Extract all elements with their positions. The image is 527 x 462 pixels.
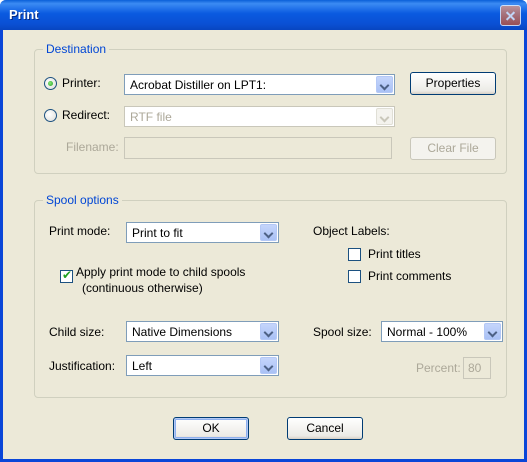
child-size-value: Native Dimensions [132,325,233,339]
properties-button[interactable]: Properties [410,72,496,95]
percent-field[interactable]: 80 [463,357,491,379]
cancel-button[interactable]: Cancel [287,417,363,440]
print-mode-value: Print to fit [132,226,183,240]
print-titles-checkbox[interactable] [348,248,361,261]
print-mode-label: Print mode: [49,224,111,238]
title-bar[interactable]: Print [0,0,527,30]
print-comments-label[interactable]: Print comments [368,269,451,283]
filename-field[interactable] [124,137,392,159]
apply-child-label[interactable]: Apply print mode to child spools [76,265,245,279]
spool-size-value: Normal - 100% [387,325,468,339]
redirect-select[interactable]: RTF file [124,106,395,127]
justification-label: Justification: [49,359,116,373]
ok-button[interactable]: OK [173,417,249,440]
apply-child-checkbox[interactable] [60,268,73,283]
justification-value: Left [132,359,153,373]
redirect-radio[interactable] [44,109,57,122]
printer-radio[interactable] [44,77,57,90]
printer-label[interactable]: Printer: [62,76,101,90]
spool-options-group: Spool options Print mode: Print to fit A… [34,193,507,398]
percent-value: 80 [468,361,482,375]
child-size-select[interactable]: Native Dimensions [126,321,279,342]
redirect-select-value: RTF file [130,110,172,124]
object-labels-label: Object Labels: [313,224,390,238]
chevron-down-icon[interactable] [260,323,277,340]
apply-child-label-note: (continuous otherwise) [82,281,203,295]
chevron-down-icon[interactable] [376,108,393,125]
percent-label: Percent: [416,361,461,375]
redirect-label[interactable]: Redirect: [62,108,110,122]
close-icon[interactable] [500,5,521,26]
filename-label: Filename: [66,140,119,154]
print-mode-select[interactable]: Print to fit [126,222,279,243]
child-size-label: Child size: [49,325,105,339]
chevron-down-icon[interactable] [260,224,277,241]
printer-select[interactable]: Acrobat Distiller on LPT1: [124,74,395,95]
chevron-down-icon[interactable] [376,76,393,93]
window-title: Print [9,7,39,22]
spool-options-legend: Spool options [43,193,122,207]
clear-file-button[interactable]: Clear File [410,137,496,160]
destination-group: Destination Printer: Acrobat Distiller o… [34,42,507,174]
spool-size-label: Spool size: [313,325,372,339]
chevron-down-icon[interactable] [260,357,277,374]
print-titles-label[interactable]: Print titles [368,247,421,261]
spool-size-select[interactable]: Normal - 100% [381,321,503,342]
print-comments-checkbox[interactable] [348,270,361,283]
justification-select[interactable]: Left [126,355,279,376]
print-dialog: Print Destination Printer: Acrobat Disti… [0,0,527,462]
destination-legend: Destination [43,42,110,56]
chevron-down-icon[interactable] [484,323,501,340]
printer-select-value: Acrobat Distiller on LPT1: [130,78,267,92]
